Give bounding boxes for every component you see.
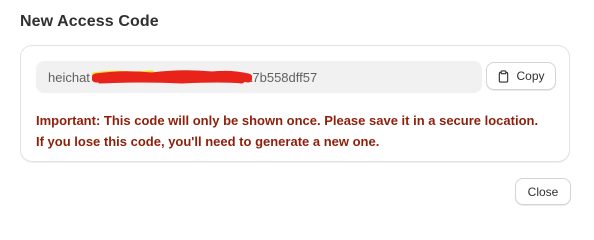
dialog-title: New Access Code <box>20 13 159 30</box>
access-code-card: heichat da7b558dff57 Copy Important: Thi… <box>20 45 570 162</box>
warning-line-1: Important: This code will only be shown … <box>36 113 539 128</box>
copy-button[interactable]: Copy <box>486 62 556 90</box>
close-button[interactable]: Close <box>515 178 571 205</box>
copy-button-label: Copy <box>516 69 545 83</box>
redaction-mark <box>92 70 252 84</box>
access-code-prefix: heichat <box>48 69 90 85</box>
warning-message: Important: This code will only be shown … <box>36 110 561 152</box>
clipboard-icon <box>499 69 509 83</box>
access-code-field[interactable]: heichat da7b558dff57 <box>36 61 482 93</box>
warning-line-2: If you lose this code, you'll need to ge… <box>36 134 380 149</box>
